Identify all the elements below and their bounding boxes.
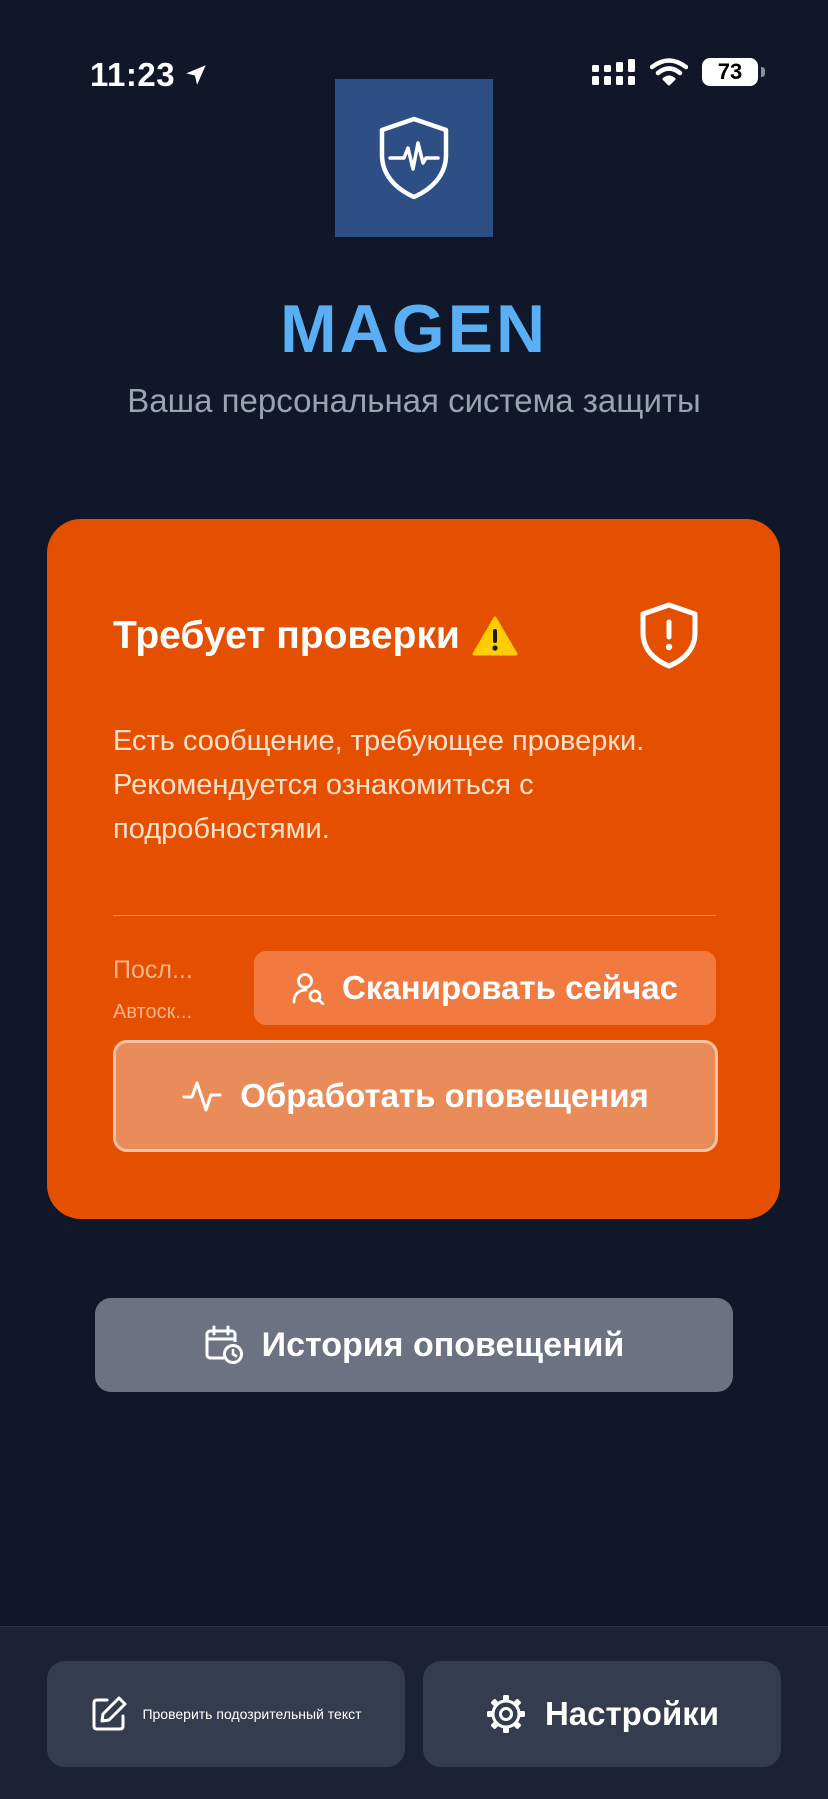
shield-exclamation-icon <box>638 601 700 669</box>
scan-now-label: Сканировать сейчас <box>342 969 678 1006</box>
process-alerts-button[interactable]: Обработать оповещения <box>113 1040 718 1152</box>
alert-heading-text: Требует проверки <box>113 614 460 657</box>
alert-message: Есть сообщение, требующее проверки. Реко… <box>113 725 645 845</box>
shield-heartbeat-icon <box>376 115 452 201</box>
settings-label: Настройки <box>544 1695 720 1732</box>
status-time: 11:23 <box>90 56 209 94</box>
bottom-action-bar: Проверить подозрительный текст Настройки <box>0 1626 828 1799</box>
last-scan-label: Посл... <box>113 956 193 984</box>
battery-level: 73 <box>717 59 743 84</box>
edit-icon <box>90 1695 128 1733</box>
app-logo <box>335 79 493 237</box>
location-arrow-icon <box>183 62 209 88</box>
check-suspicious-text-button[interactable]: Проверить подозрительный текст <box>47 1661 405 1767</box>
warning-icon <box>472 615 518 657</box>
gear-icon <box>485 1693 527 1735</box>
alert-divider <box>113 915 716 916</box>
calendar-clock-icon <box>204 1325 244 1365</box>
alert-status-card: Требует проверки Есть сообщение, требующ… <box>47 519 780 1219</box>
status-time-text: 11:23 <box>90 56 176 93</box>
alert-history-button[interactable]: История оповещений <box>95 1298 733 1392</box>
cellular-signal-icon <box>592 59 636 85</box>
alert-heading: Требует проверки <box>113 614 518 658</box>
process-alerts-label: Обработать оповещения <box>240 1077 649 1114</box>
alert-history-label: История оповещений <box>261 1325 625 1364</box>
check-suspicious-text-label: Проверить подозрительный текст <box>142 1706 362 1722</box>
auto-scan-label: Автоск... <box>113 1001 193 1023</box>
scan-now-button[interactable]: Сканировать сейчас <box>254 951 716 1025</box>
user-search-icon <box>292 971 326 1005</box>
activity-pulse-icon <box>182 1078 222 1114</box>
status-indicators: 73 <box>592 58 765 86</box>
settings-button[interactable]: Настройки <box>423 1661 781 1767</box>
battery-icon: 73 <box>702 58 765 86</box>
app-subtitle: Ваша персональная система защиты <box>127 382 701 419</box>
app-title: MAGEN <box>279 291 549 367</box>
wifi-icon <box>650 58 688 86</box>
